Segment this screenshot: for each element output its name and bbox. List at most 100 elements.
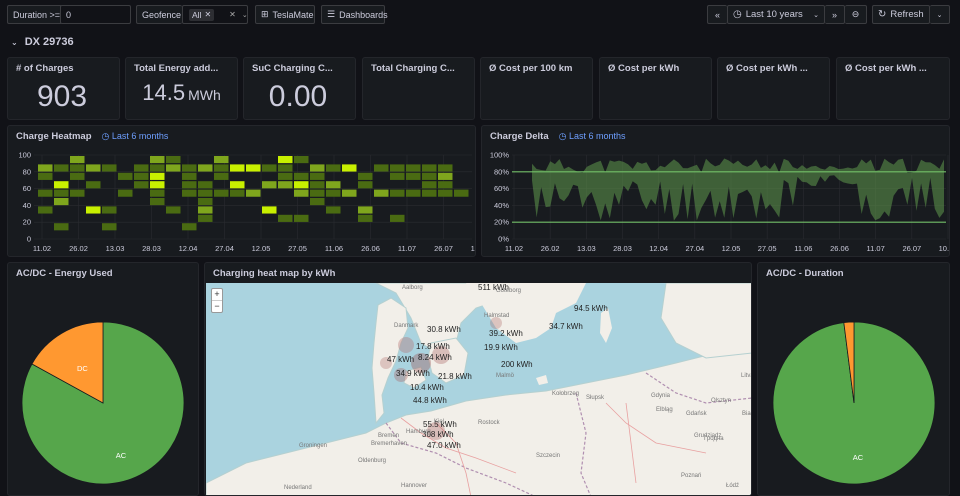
heatmap-cell	[294, 189, 309, 197]
duration-input[interactable]: 0	[60, 5, 131, 24]
map-place-label: Halmstad	[484, 313, 510, 319]
map-kwh-label[interactable]: 17.8 kWh	[416, 342, 450, 351]
x-tick-label: 13.03	[577, 244, 596, 253]
double-chevron-left-icon: «	[714, 9, 720, 20]
stat-title: Ø Cost per kWh	[608, 63, 680, 74]
stat-panel: Ø Cost per kWh	[599, 57, 712, 120]
heatmap-cell	[278, 156, 293, 164]
map-kwh-label[interactable]: 19.9 kWh	[484, 343, 518, 352]
heatmap-cell	[166, 206, 181, 214]
x-tick-label: 11.06	[794, 244, 812, 253]
heatmap-cell	[198, 181, 213, 189]
heatmap-cell	[278, 172, 293, 180]
stat-number: 0.00	[268, 80, 328, 113]
map-place-label: Litva	[741, 373, 751, 379]
geofence-label: Geofence	[136, 5, 182, 24]
delta-area	[532, 158, 944, 221]
x-tick-label: 27.04	[685, 244, 704, 253]
heatmap-cell	[438, 172, 453, 180]
map-place-label: Szczecin	[536, 453, 561, 459]
heatmap-cell	[438, 164, 453, 172]
dashboards-link[interactable]: ☰ Dashboards	[321, 5, 388, 24]
duration-pie-chart: AC	[772, 321, 936, 485]
heatmap-cell	[294, 181, 309, 189]
time-forward-button[interactable]: »	[825, 5, 845, 24]
energy-pie-chart: AC DC	[21, 321, 185, 485]
heatmap-cell	[374, 189, 389, 197]
row-header[interactable]: ⌄ DX 29736	[11, 36, 74, 48]
time-range-picker[interactable]: ◷ Last 10 years ⌄	[727, 5, 825, 24]
x-tick-label: 27.04	[215, 244, 234, 253]
x-tick-label: 11.02	[505, 244, 523, 253]
heatmap-cell	[150, 181, 165, 189]
heatmap-cell	[214, 172, 229, 180]
stat-panel: Total Charging C...	[362, 57, 475, 120]
map-kwh-label[interactable]: 94.5 kWh	[574, 304, 608, 313]
geofence-select[interactable]: All ✕ ✕ ⌄	[182, 5, 248, 24]
heatmap-cell	[358, 214, 373, 222]
time-back-button[interactable]: «	[707, 5, 727, 24]
map-kwh-label[interactable]: 8.24 kWh	[418, 353, 452, 362]
heatmap-cell	[246, 164, 261, 172]
map-kwh-label[interactable]: 30.8 kWh	[427, 325, 461, 334]
x-tick-label: 26.07	[902, 244, 921, 253]
heatmap-cell	[230, 164, 245, 172]
heatmap-cell	[166, 156, 181, 164]
map-place-label: Hamburg	[406, 429, 431, 435]
map-place-label: Göteborg	[496, 288, 522, 294]
stat-panel: SuC Charging C... 0.00	[243, 57, 356, 120]
heatmap-cell	[406, 189, 421, 197]
charging-map[interactable]: 511 kWh 94.5 kWh 34.7 kWh 30.8 kWh 39.2 kWh 1…	[206, 283, 751, 495]
heatmap-cell	[262, 164, 277, 172]
land-gotland	[600, 308, 612, 343]
map-kwh-label[interactable]: 21.8 kWh	[438, 372, 472, 381]
heatmap-cell	[38, 189, 53, 197]
heatmap-cell	[38, 164, 53, 172]
heatmap-cell	[454, 189, 469, 197]
heatmap-cell	[438, 189, 453, 197]
heatmap-cell	[262, 206, 277, 214]
stat-number: 903	[36, 80, 88, 113]
heatmap-cell	[38, 172, 53, 180]
heatmap-cell	[70, 164, 85, 172]
zoom-in-button[interactable]: +	[212, 289, 222, 301]
map-kwh-label[interactable]: 47 kWh	[387, 355, 414, 364]
heatmap-cell	[150, 156, 165, 164]
x-tick-label: 10.08	[471, 244, 476, 253]
refresh-button[interactable]: ↻ Refresh	[872, 5, 930, 24]
map-place-label: Poznań	[681, 473, 702, 479]
x-tick-label: 26.07	[434, 244, 453, 253]
zoom-out-button[interactable]: ⊖	[845, 5, 867, 24]
map-kwh-label[interactable]: 44.8 kWh	[413, 396, 447, 405]
y-tick-label: 40	[23, 201, 31, 210]
refresh-interval-button[interactable]: ⌄	[930, 5, 950, 24]
heatmap-cell	[310, 172, 325, 180]
map-kwh-label[interactable]: 10.4 kWh	[410, 383, 444, 392]
map-kwh-label[interactable]: 34.7 kWh	[549, 322, 583, 331]
heatmap-cell	[294, 156, 309, 164]
clear-icon[interactable]: ✕	[229, 10, 236, 19]
heatmap-cell	[86, 181, 101, 189]
map-kwh-label[interactable]: 34.9 kWh	[396, 369, 430, 378]
heat-blob	[398, 337, 414, 353]
teslamate-link[interactable]: ⊞ TeslaMate	[255, 5, 315, 24]
heatmap-cell	[86, 164, 101, 172]
map-kwh-label[interactable]: 39.2 kWh	[489, 329, 523, 338]
map-kwh-label[interactable]: 200 kWh	[501, 360, 533, 369]
map-place-label: Kiel	[434, 419, 445, 425]
map-kwh-label[interactable]: 47.0 kWh	[427, 441, 461, 450]
heatmap-cell	[102, 164, 117, 172]
chip-remove-icon[interactable]: ✕	[204, 10, 211, 19]
heatmap-cell	[358, 172, 373, 180]
chevron-down-icon: ⌄	[936, 11, 943, 19]
x-tick-label: 11.07	[867, 244, 885, 253]
y-tick-label: 60	[23, 184, 31, 193]
map-place-label: Oldenburg	[358, 458, 387, 464]
duration-pie-panel: AC/DC - Duration AC	[757, 262, 950, 496]
zoom-out-button[interactable]: −	[212, 301, 222, 312]
heatmap-cell	[182, 172, 197, 180]
heatmap-cell	[358, 181, 373, 189]
geofence-chip: All ✕	[189, 8, 215, 21]
chevron-down-icon[interactable]: ⌄	[242, 11, 248, 19]
stat-value	[363, 80, 474, 114]
